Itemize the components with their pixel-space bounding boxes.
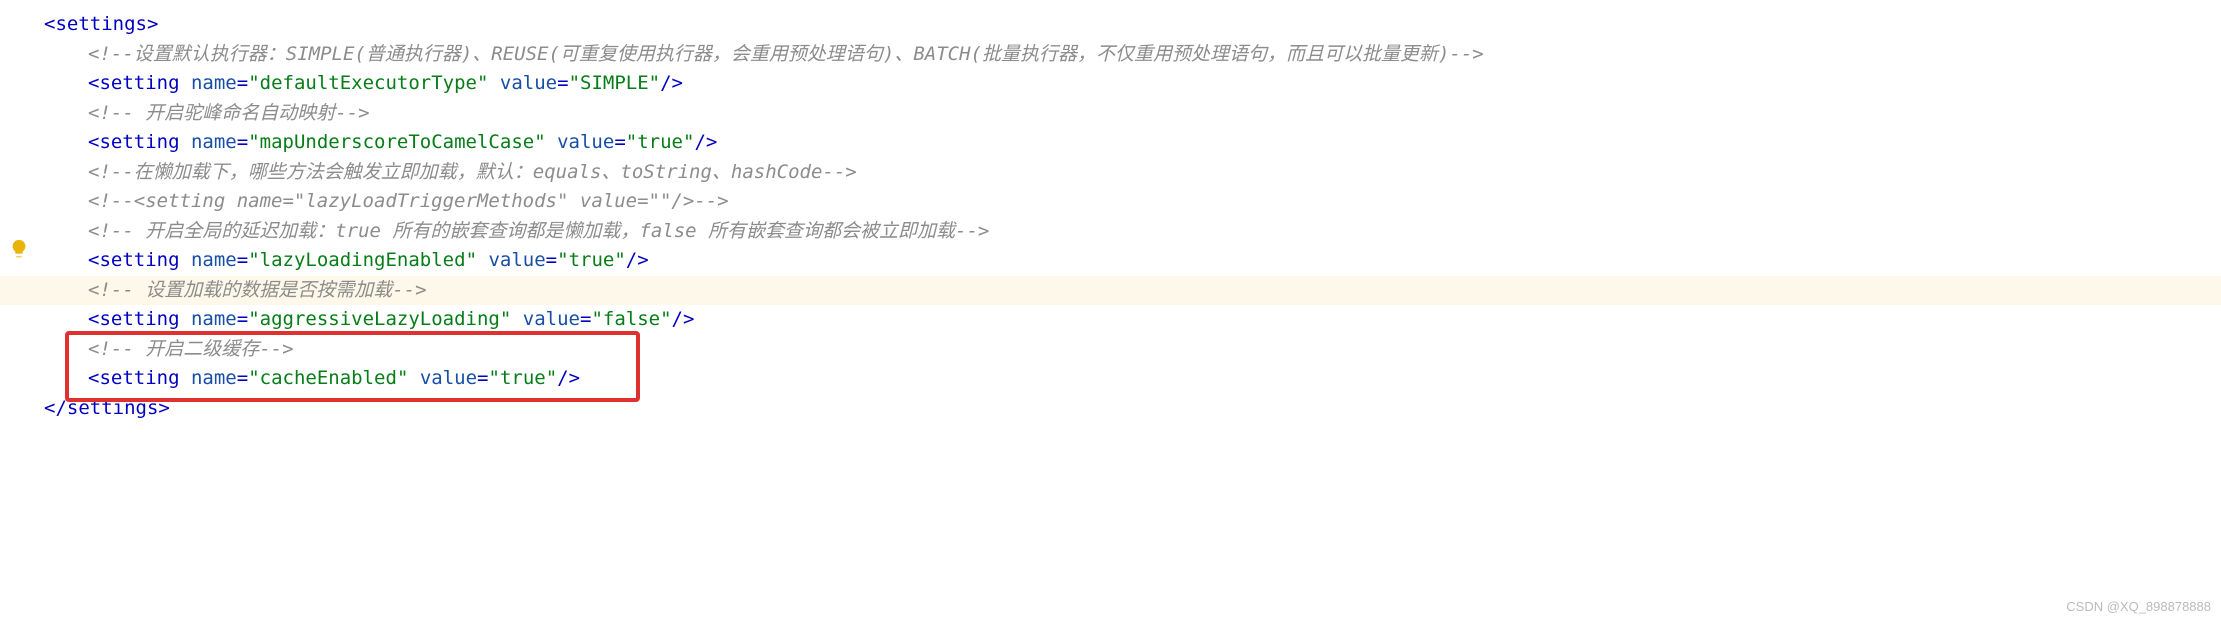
xml-attr-value: defaultExecutorType [260,72,477,94]
xml-attr-name: value [420,367,477,389]
xml-comment: <!-- 开启全局的延迟加载：true 所有的嵌套查询都是懒加载，false 所… [88,220,989,242]
xml-tag: setting [99,367,179,389]
xml-attr-name: value [557,131,614,153]
code-line: </settings> [44,394,2221,424]
xml-attr-name: value [500,72,557,94]
code-line: <setting name="defaultExecutorType" valu… [44,69,2221,99]
xml-attr-name: name [191,308,237,330]
xml-attr-value: lazyLoadingEnabled [260,249,466,271]
xml-attr-value: mapUnderscoreToCamelCase [260,131,535,153]
watermark-text: CSDN @XQ_898878888 [2066,592,2211,622]
code-line: <setting name="aggressiveLazyLoading" va… [44,305,2221,335]
code-line: <setting name="mapUnderscoreToCamelCase"… [44,128,2221,158]
xml-attr-value: aggressiveLazyLoading [260,308,500,330]
code-line: <!-- 设置加载的数据是否按需加载--> [44,276,2221,306]
code-line: <!--<setting name="lazyLoadTriggerMethod… [44,187,2221,217]
lightbulb-icon[interactable] [8,238,30,269]
xml-tag: setting [99,72,179,94]
xml-attr-value: true [637,131,683,153]
xml-tag: setting [99,308,179,330]
xml-comment: <!--<setting name="lazyLoadTriggerMethod… [88,190,729,212]
xml-attr-name: value [488,249,545,271]
xml-attr-name: name [191,249,237,271]
xml-tag: settings [67,397,159,419]
xml-comment: <!--设置默认执行器：SIMPLE(普通执行器)、REUSE(可重复使用执行器… [88,43,1484,65]
xml-attr-name: name [191,367,237,389]
xml-attr-name: name [191,131,237,153]
xml-attr-value: false [603,308,660,330]
xml-comment: <!-- 设置加载的数据是否按需加载--> [88,279,427,301]
code-line: <!-- 开启二级缓存--> [44,335,2221,365]
xml-attr-value: true [500,367,546,389]
xml-tag: setting [99,249,179,271]
xml-comment: <!-- 开启驼峰命名自动映射--> [88,102,370,124]
xml-attr-name: value [523,308,580,330]
xml-comment: <!-- 开启二级缓存--> [88,338,294,360]
code-line: <setting name="cacheEnabled" value="true… [44,364,2221,394]
code-editor-content[interactable]: <settings> <!--设置默认执行器：SIMPLE(普通执行器)、REU… [44,10,2221,423]
xml-attr-value: SIMPLE [580,72,649,94]
xml-comment: <!--在懒加载下，哪些方法会触发立即加载，默认：equals、toString… [88,161,857,183]
xml-attr-name: name [191,72,237,94]
code-line: <!--在懒加载下，哪些方法会触发立即加载，默认：equals、toString… [44,158,2221,188]
xml-tag: setting [99,131,179,153]
code-line: <!-- 开启驼峰命名自动映射--> [44,99,2221,129]
code-line: <!--设置默认执行器：SIMPLE(普通执行器)、REUSE(可重复使用执行器… [44,40,2221,70]
xml-attr-value: cacheEnabled [260,367,397,389]
xml-attr-value: true [569,249,615,271]
editor-gutter [0,0,38,627]
xml-tag: settings [55,13,147,35]
code-line: <!-- 开启全局的延迟加载：true 所有的嵌套查询都是懒加载，false 所… [44,217,2221,247]
code-line: <settings> [44,10,2221,40]
code-line: <setting name="lazyLoadingEnabled" value… [44,246,2221,276]
